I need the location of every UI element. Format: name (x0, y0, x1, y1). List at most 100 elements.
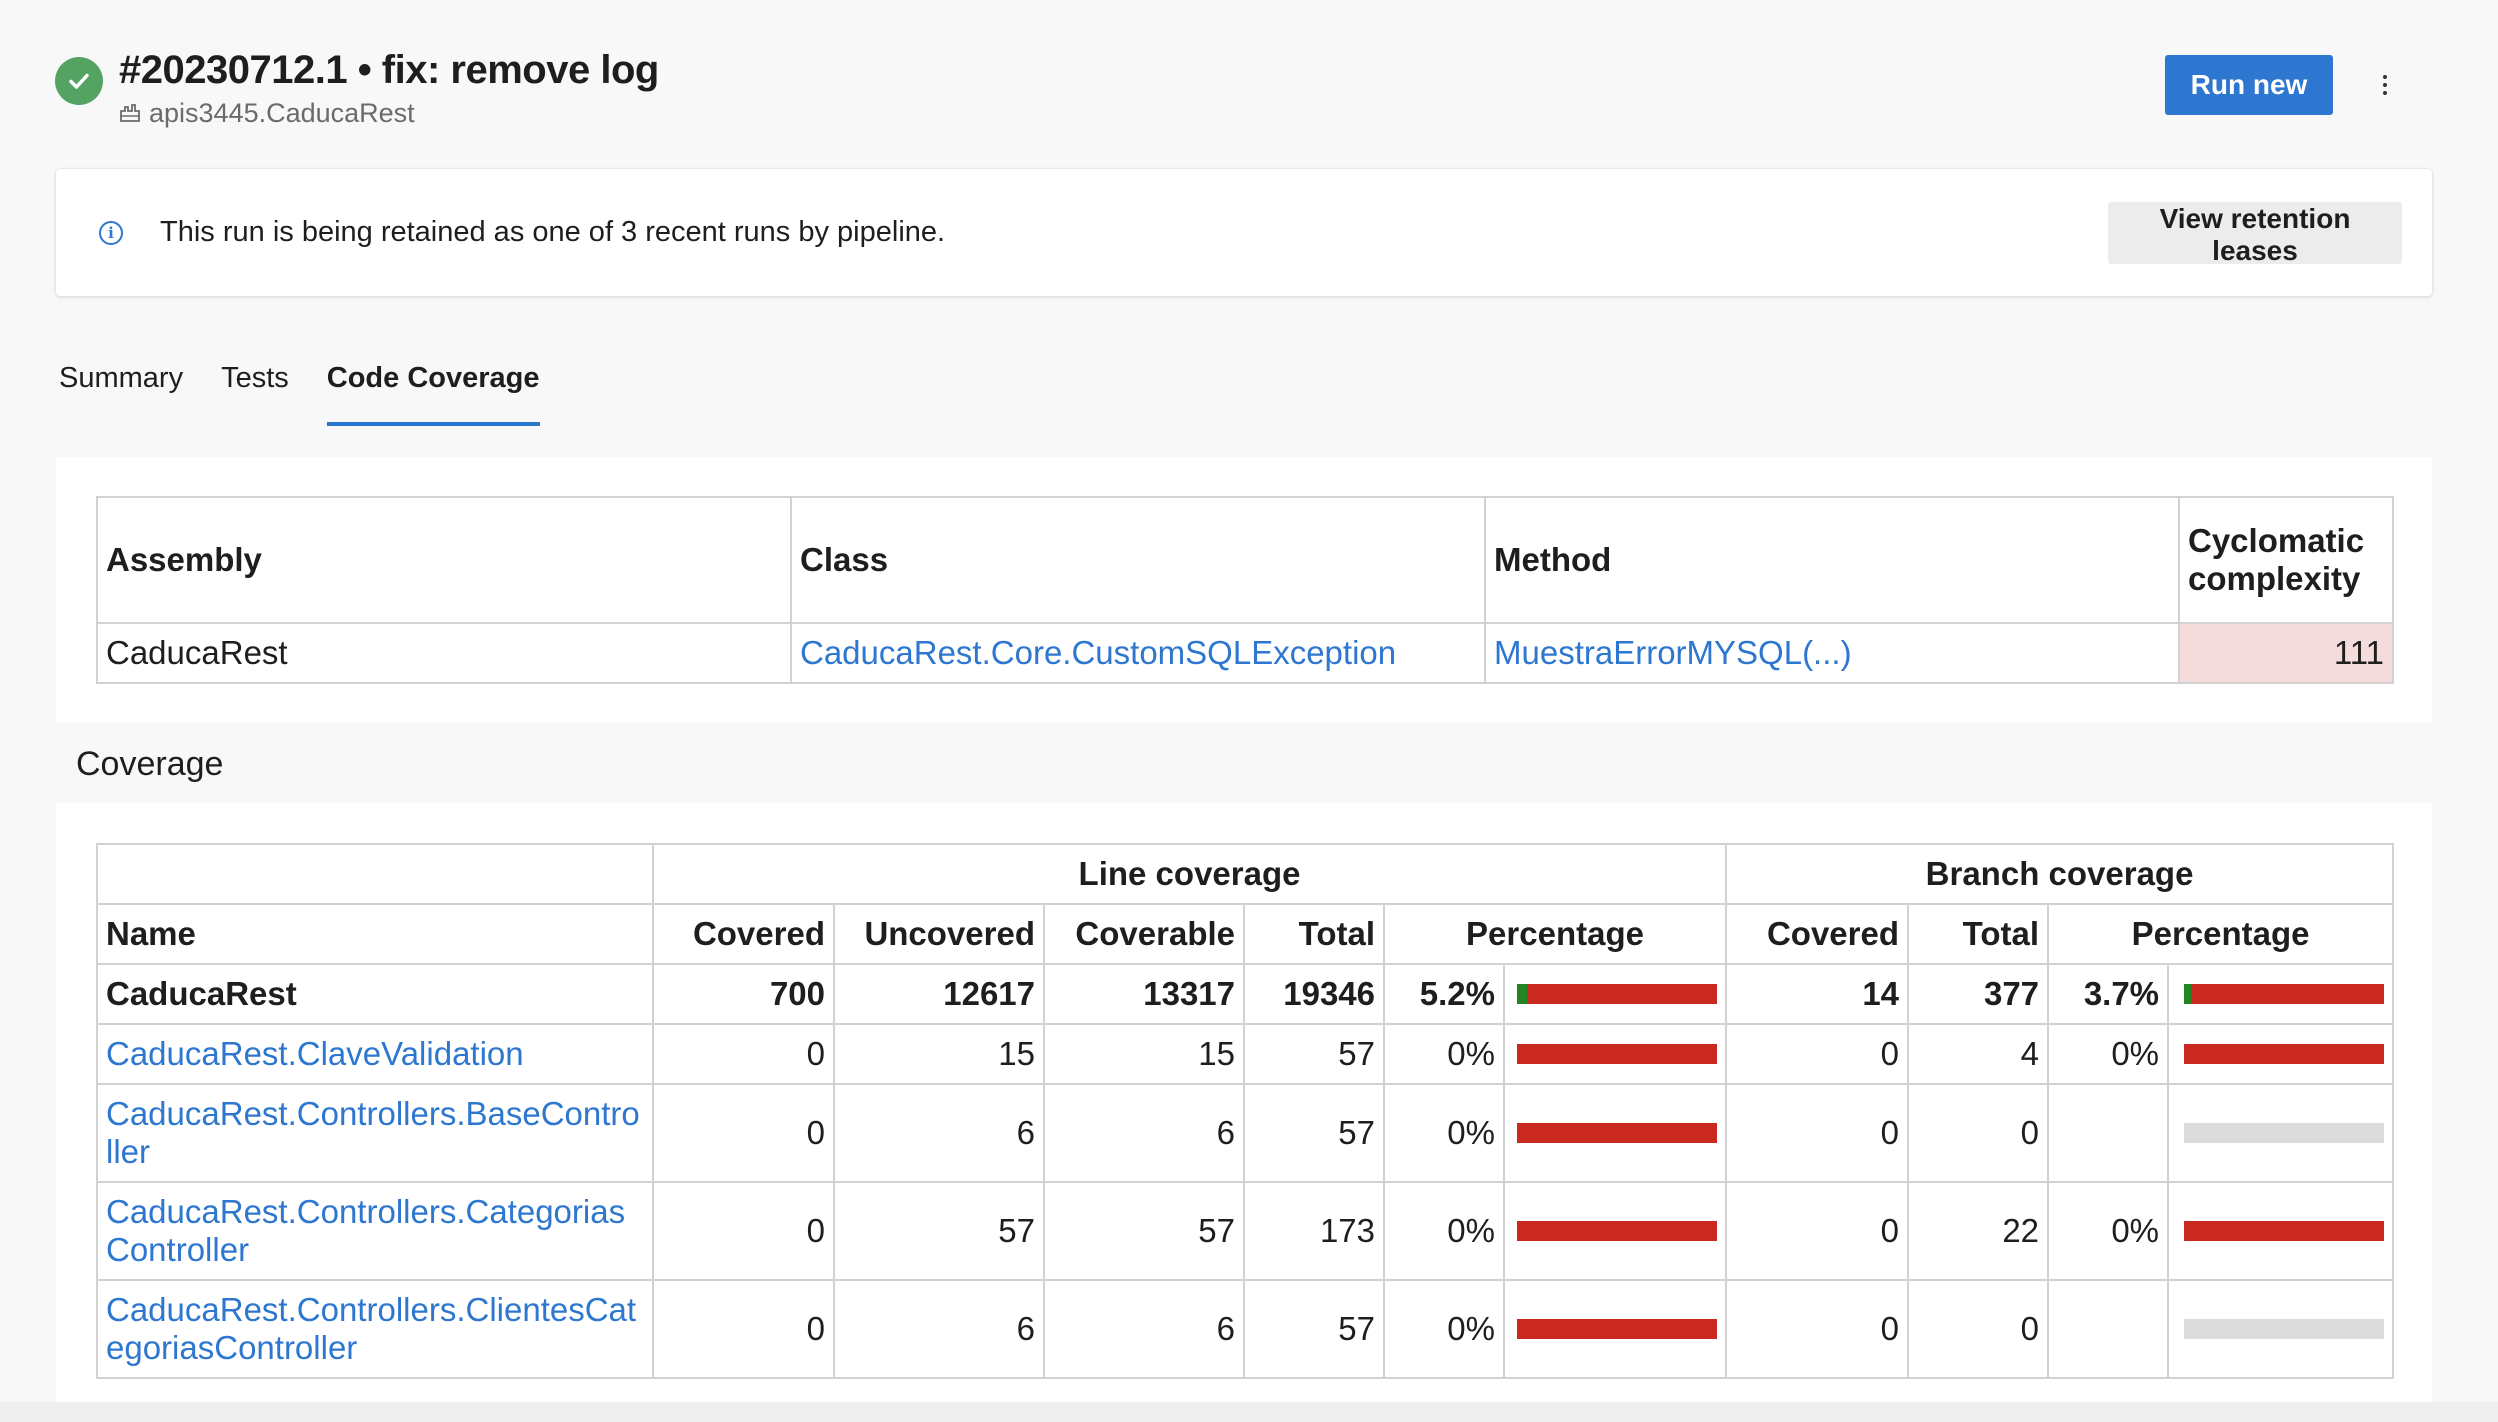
line-coverage-bar (1517, 1221, 1718, 1241)
run-title: #20230712.1 • fix: remove log (119, 48, 659, 92)
assembly-cell: CaducaRest (96, 622, 792, 684)
table-row: CaducaRest 700 12617 13317 19346 5.2% 14 377 3.7… (96, 963, 2395, 1025)
branch-covered-cell: 14 (1725, 963, 1910, 1025)
tab-bar: Summary Tests Code Coverage (59, 360, 540, 426)
branch-total-cell: 0 (1907, 1279, 2050, 1379)
repo-icon (119, 98, 141, 129)
coverage-table: Line coverage Branch coverage Name Cover… (96, 843, 2395, 1379)
view-retention-leases-button[interactable]: View retention leases (2108, 202, 2402, 266)
retention-message: This run is being retained as one of 3 r… (160, 216, 946, 248)
table-row: CaducaRest.Controllers.CategoriasControl… (96, 1181, 2395, 1281)
more-actions-icon[interactable] (2370, 62, 2400, 108)
line-uncovered-cell: 15 (833, 1023, 1045, 1085)
table-header-row: Assembly Class Method Cyclomatic complex… (96, 496, 2394, 624)
empty-header (96, 843, 654, 905)
branch-coverage-bar (2184, 1123, 2385, 1143)
branch-percentage-cell: 3.7% (2047, 963, 2170, 1025)
branch-coverage-bar-cell (2167, 963, 2395, 1025)
line-coverage-bar-cell (1502, 1083, 1728, 1183)
class-link[interactable]: CaducaRest.Core.CustomSQLException (790, 622, 1486, 684)
branch-coverage-header: Branch coverage (1725, 843, 2395, 905)
branch-coverage-bar-cell (2167, 1279, 2395, 1379)
line-covered-cell: 0 (652, 1083, 835, 1183)
line-total-cell: 173 (1243, 1181, 1385, 1281)
line-coverage-header: Line coverage (651, 843, 1728, 905)
branch-coverage-bar-cell (2167, 1181, 2395, 1281)
line-uncovered-cell: 6 (833, 1083, 1045, 1183)
branch-coverage-bar-cell (2167, 1083, 2395, 1183)
line-percentage-cell: 0% (1383, 1181, 1505, 1281)
column-header-total[interactable]: Total (1243, 903, 1385, 965)
risk-hotspots-table: Assembly Class Method Cyclomatic complex… (96, 496, 2394, 684)
branch-covered-cell: 0 (1725, 1023, 1910, 1085)
column-header-row: Name Covered Uncovered Coverable Total P… (96, 903, 2395, 965)
line-coverage-bar (1517, 1044, 1718, 1064)
horizontal-scrollbar[interactable] (0, 1402, 2498, 1422)
line-coverable-cell: 6 (1043, 1083, 1245, 1183)
branch-percentage-cell: 0% (2047, 1023, 2170, 1085)
repo-label: apis3445.CaducaRest (149, 98, 415, 128)
line-uncovered-cell: 6 (833, 1279, 1045, 1379)
line-coverable-cell: 13317 (1043, 963, 1245, 1025)
column-header-branch-total[interactable]: Total (1907, 903, 2050, 965)
branch-coverage-bar (2184, 1044, 2385, 1064)
column-header-cyclomatic-complexity[interactable]: Cyclomatic complexity (2178, 496, 2394, 624)
table-row: CaducaRest.ClaveValidation 0 15 15 57 0% 0 4 0% (96, 1023, 2395, 1085)
column-header-coverable[interactable]: Coverable (1043, 903, 1245, 965)
line-percentage-cell: 0% (1383, 1279, 1505, 1379)
retention-banner: i This run is being retained as one of 3… (56, 169, 2432, 296)
branch-total-cell: 22 (1907, 1181, 2050, 1281)
repo-name[interactable]: apis3445.CaducaRest (119, 98, 415, 129)
coverage-name-cell[interactable]: CaducaRest.Controllers.BaseController (96, 1083, 654, 1183)
line-total-cell: 19346 (1243, 963, 1385, 1025)
branch-percentage-cell (2047, 1083, 2170, 1183)
line-coverage-bar-cell (1502, 1279, 1728, 1379)
check-circle-icon (55, 57, 103, 105)
column-header-assembly[interactable]: Assembly (96, 496, 792, 624)
line-covered-cell: 0 (652, 1023, 835, 1085)
line-total-cell: 57 (1243, 1023, 1385, 1085)
line-total-cell: 57 (1243, 1083, 1385, 1183)
branch-covered-cell: 0 (1725, 1083, 1910, 1183)
line-percentage-cell: 0% (1383, 1083, 1505, 1183)
line-covered-cell: 700 (652, 963, 835, 1025)
run-header: #20230712.1 • fix: remove log apis3445.C… (55, 48, 2498, 138)
complexity-cell: 111 (2178, 622, 2394, 684)
tab-tests[interactable]: Tests (221, 360, 289, 426)
info-icon: i (99, 221, 123, 245)
coverage-name-cell[interactable]: CaducaRest.Controllers.CategoriasControl… (96, 1181, 654, 1281)
table-row: CaducaRest CaducaRest.Core.CustomSQLExce… (96, 622, 2394, 684)
branch-covered-cell: 0 (1725, 1181, 1910, 1281)
branch-total-cell: 0 (1907, 1083, 2050, 1183)
risk-hotspots-panel: Assembly Class Method Cyclomatic complex… (56, 457, 2432, 723)
branch-total-cell: 377 (1907, 963, 2050, 1025)
line-coverage-bar (1517, 984, 1718, 1004)
coverage-name-cell[interactable]: CaducaRest.Controllers.ClientesCategoria… (96, 1279, 654, 1379)
branch-coverage-bar (2184, 1221, 2385, 1241)
column-header-name[interactable]: Name (96, 903, 654, 965)
table-row: CaducaRest.Controllers.BaseController 0 6 6… (96, 1083, 2395, 1183)
column-header-branch-covered[interactable]: Covered (1725, 903, 1910, 965)
column-header-class[interactable]: Class (790, 496, 1486, 624)
column-header-branch-percentage[interactable]: Percentage (2047, 903, 2395, 965)
tab-code-coverage[interactable]: Code Coverage (326, 360, 540, 426)
coverage-name-cell[interactable]: CaducaRest.ClaveValidation (96, 1023, 654, 1085)
column-header-percentage[interactable]: Percentage (1382, 903, 1728, 965)
coverage-section-title: Coverage (76, 745, 224, 783)
line-covered-cell: 0 (652, 1279, 835, 1379)
column-header-method[interactable]: Method (1484, 496, 2180, 624)
line-uncovered-cell: 57 (833, 1181, 1045, 1281)
line-coverage-bar-cell (1502, 963, 1728, 1025)
branch-coverage-bar (2184, 984, 2385, 1004)
method-link[interactable]: MuestraErrorMYSQL(...) (1484, 622, 2180, 684)
branch-percentage-cell (2047, 1279, 2170, 1379)
coverage-panel: Line coverage Branch coverage Name Cover… (56, 803, 2432, 1422)
line-coverage-bar-cell (1502, 1181, 1728, 1281)
line-uncovered-cell: 12617 (833, 963, 1045, 1025)
tab-summary[interactable]: Summary (59, 360, 183, 426)
column-header-uncovered[interactable]: Uncovered (833, 903, 1045, 965)
column-header-covered[interactable]: Covered (652, 903, 835, 965)
line-coverable-cell: 57 (1043, 1181, 1245, 1281)
line-percentage-cell: 5.2% (1383, 963, 1505, 1025)
run-new-button[interactable]: Run new (2165, 55, 2333, 115)
